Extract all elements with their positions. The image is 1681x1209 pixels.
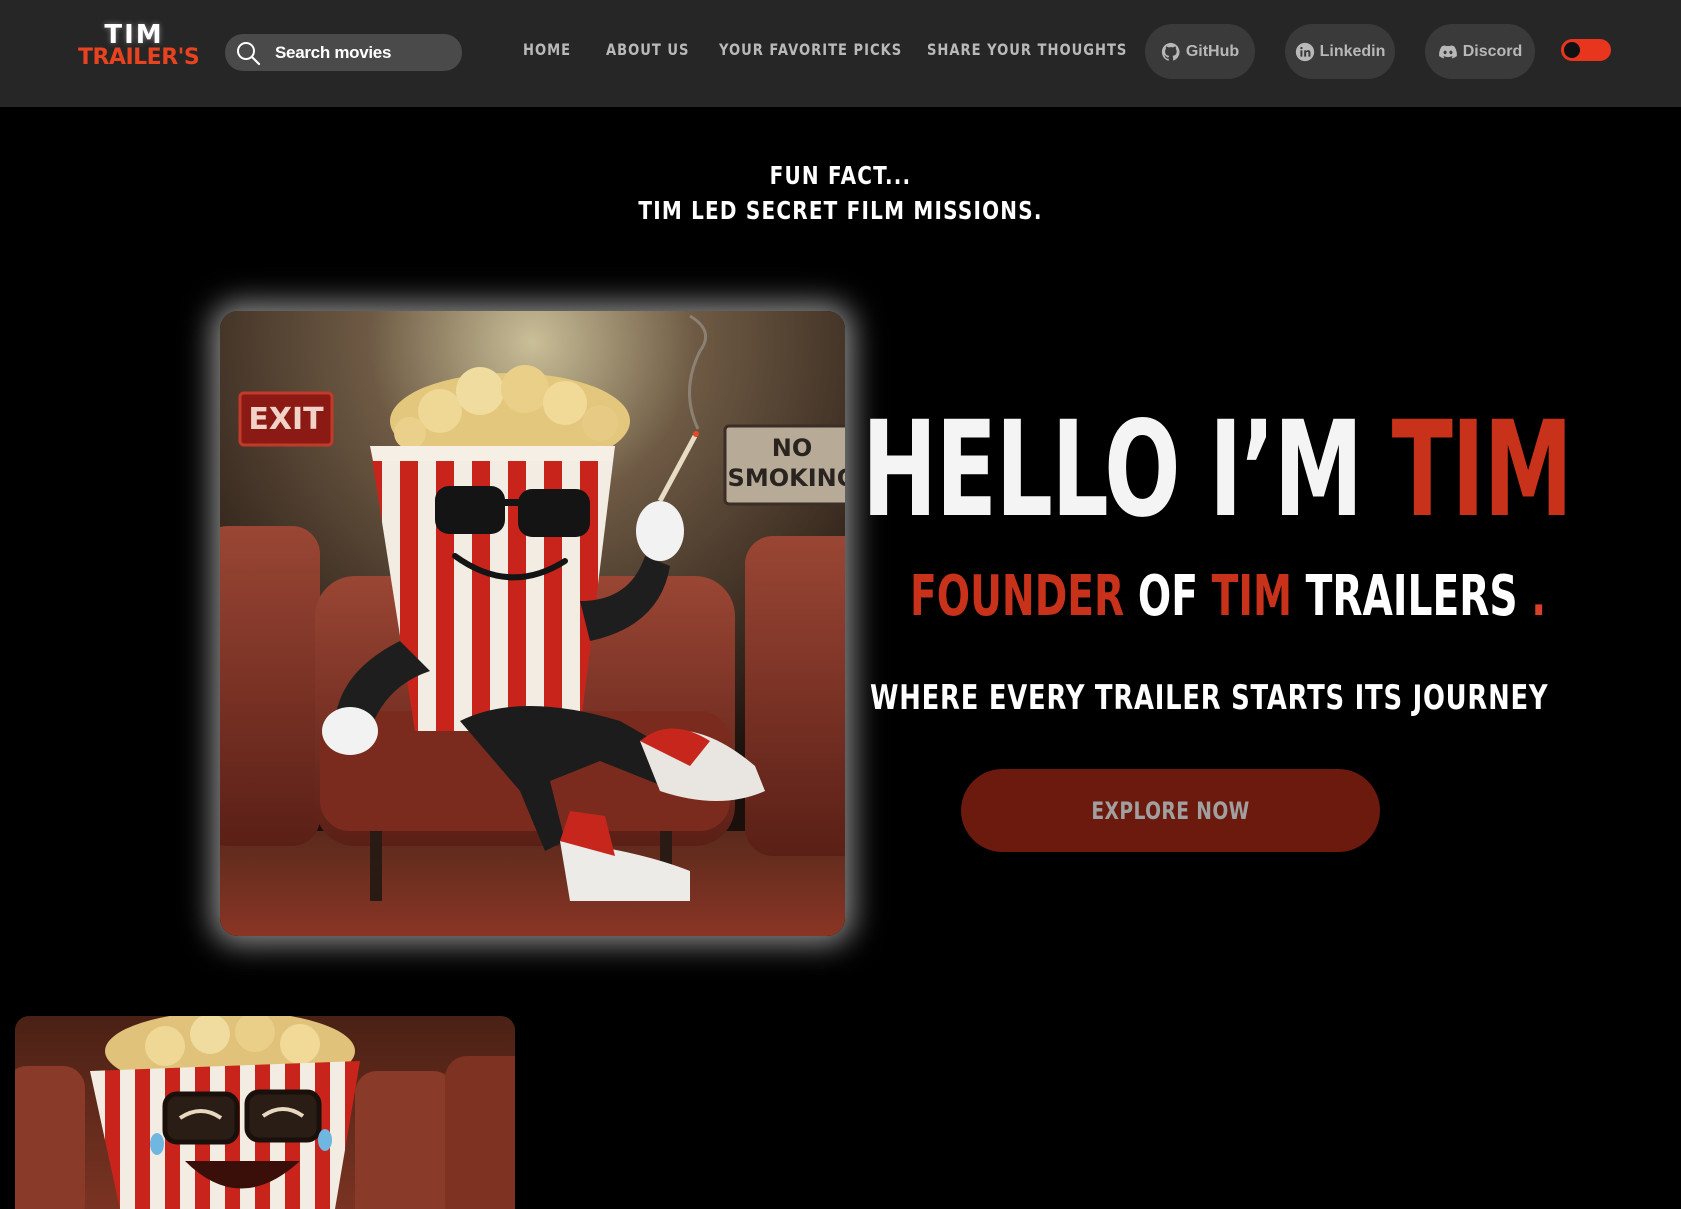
site-header: TIM TRAILER'S HOME ABOUT US YOUR FAVORIT… [0, 0, 1681, 107]
exit-sign-text: EXIT [248, 402, 324, 437]
founder-tim: TIM [1211, 564, 1292, 629]
github-label: GitHub [1185, 42, 1240, 60]
explore-now-button[interactable]: EXPLORE NOW [961, 769, 1380, 852]
search-input[interactable] [275, 38, 450, 67]
hero-name: TIM [1391, 393, 1573, 547]
nav-about-us[interactable]: ABOUT US [606, 40, 689, 64]
discord-button[interactable]: Discord [1425, 24, 1535, 79]
github-button[interactable]: GitHub [1145, 24, 1255, 79]
hero-subheading: FOUNDER OF TIM TRAILERS . [910, 565, 1546, 629]
founder-of: OF [1124, 564, 1212, 629]
founder-trailers: TRAILERS [1291, 564, 1532, 629]
nav-share-thoughts[interactable]: SHARE YOUR THOUGHTS [927, 40, 1127, 64]
hero-popcorn-image: EXIT NO SMOKING [220, 311, 845, 936]
linkedin-label: Linkedin [1319, 42, 1386, 60]
fun-fact: FUN FACT... TIM LED SECRET FILM MISSIONS… [0, 158, 1681, 228]
search-icon[interactable] [235, 40, 261, 66]
discord-icon [1438, 44, 1457, 58]
nav-favorite-picks[interactable]: YOUR FAVORITE PICKS [719, 40, 902, 64]
laughing-popcorn-image [15, 1016, 515, 1209]
github-icon [1161, 42, 1180, 61]
no-smoking-line1: NO [772, 434, 813, 462]
logo[interactable]: TIM TRAILER'S [78, 22, 200, 78]
hero-hello: HELLO I’M [862, 393, 1392, 547]
discord-label: Discord [1462, 42, 1523, 60]
toggle-knob [1564, 42, 1580, 58]
nav-home[interactable]: HOME [523, 40, 571, 64]
linkedin-button[interactable]: Linkedin [1285, 24, 1395, 79]
explore-now-label: EXPLORE NOW [1091, 796, 1250, 825]
linkedin-icon [1295, 42, 1314, 61]
hero-heading: HELLO I’M TIM [862, 400, 1573, 540]
search-bar [225, 34, 462, 71]
hero-tagline: WHERE EVERY TRAILER STARTS ITS JOURNEY [870, 678, 1549, 718]
founder-word: FOUNDER [910, 564, 1125, 629]
fun-fact-line1: FUN FACT... [769, 161, 912, 190]
founder-dot: . [1531, 564, 1547, 629]
logo-line2: TRAILER'S [78, 45, 200, 70]
no-smoking-line2: SMOKING [728, 464, 845, 492]
theme-toggle[interactable] [1561, 39, 1611, 61]
fun-fact-line2: TIM LED SECRET FILM MISSIONS. [638, 196, 1043, 225]
